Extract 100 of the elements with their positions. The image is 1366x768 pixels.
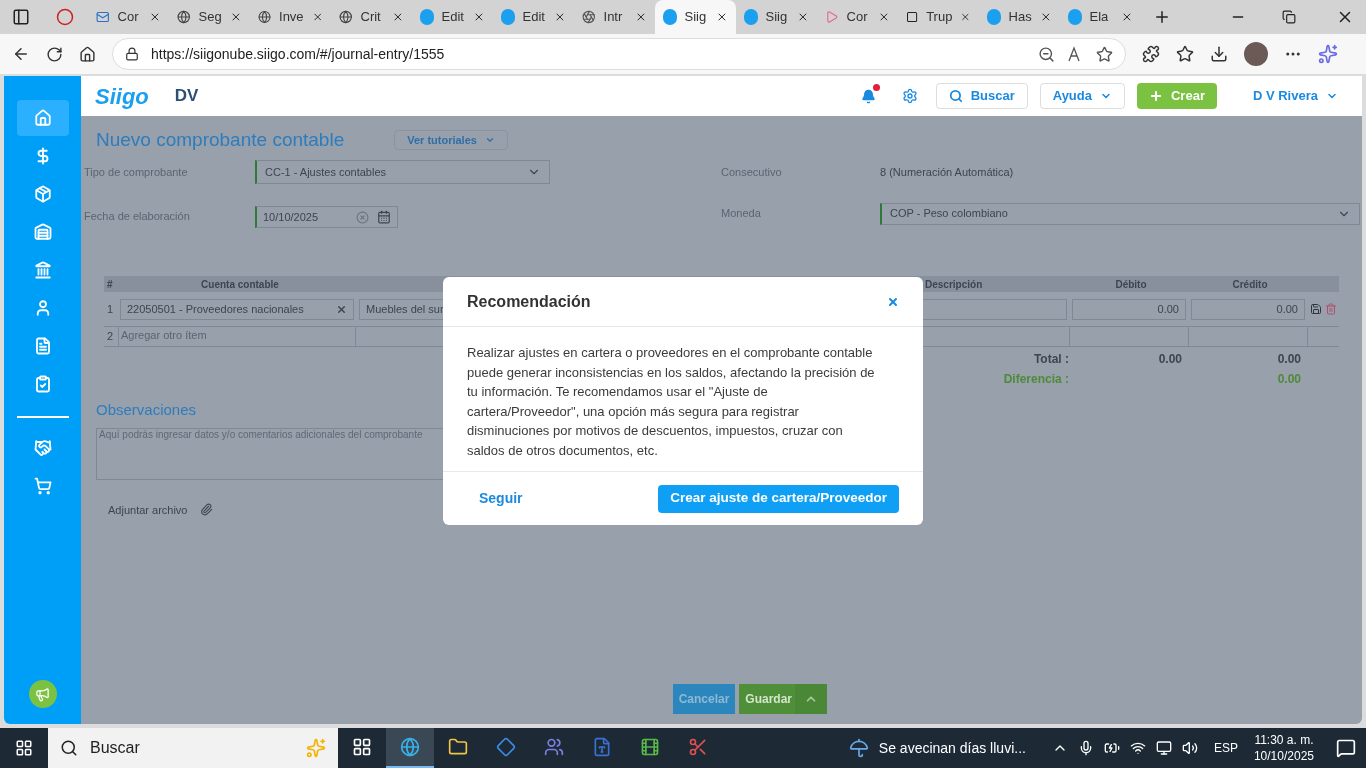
bell-icon	[861, 88, 877, 104]
save-icon[interactable]	[1310, 303, 1322, 315]
reload-icon[interactable]	[46, 45, 63, 63]
tab-title: Has	[1008, 8, 1033, 27]
sidebar-toggle-icon[interactable]	[12, 8, 30, 26]
scissors-icon	[688, 737, 708, 757]
tab-title: Crit	[360, 8, 382, 27]
attach-label: Adjuntar archivo	[108, 502, 188, 518]
aperture-icon	[582, 9, 596, 25]
address-bar[interactable]: https://siigonube.siigo.com/#/journal-entry/1555	[112, 38, 1126, 70]
new-tab-icon[interactable]	[1153, 8, 1171, 26]
play-icon	[825, 9, 839, 25]
field-label: Tipo de comprobante	[84, 165, 189, 180]
home-icon	[33, 109, 52, 127]
help-button[interactable]: Ayuda	[1039, 83, 1125, 109]
continue-link[interactable]: Seguir	[479, 488, 523, 509]
url-text: https://siigonube.siigo.com/#/journal-entry/1555	[151, 44, 445, 64]
lock-icon	[125, 47, 139, 61]
browser-tab[interactable]: Edit	[412, 0, 493, 34]
language-indicator[interactable]: ESP	[1213, 739, 1238, 757]
field-label: Moneda	[721, 205, 762, 221]
calendar-icon[interactable]	[377, 210, 391, 224]
taskbar-search-field[interactable]: Buscar	[48, 728, 338, 768]
document-icon	[33, 337, 52, 355]
windows-icon	[15, 739, 33, 757]
announcements-button[interactable]	[28, 680, 57, 708]
browser-tab[interactable]: Siig	[655, 0, 736, 34]
browser-tab[interactable]: Inve	[250, 0, 331, 34]
package-icon	[33, 185, 52, 203]
paperclip-icon[interactable]	[199, 503, 213, 517]
home-icon[interactable]	[79, 45, 96, 63]
sparkle-icon[interactable]	[1318, 44, 1338, 64]
search-button[interactable]: Buscar	[935, 83, 1028, 109]
browser-tab[interactable]: Crit	[331, 0, 412, 34]
search-icon	[948, 89, 963, 103]
tab-title: Trup	[926, 8, 953, 27]
tab-title: Seg	[198, 8, 223, 27]
battery-icon[interactable]	[1103, 740, 1120, 756]
description-field[interactable]	[922, 298, 1067, 320]
row-number: 2	[106, 329, 115, 345]
monitor-icon[interactable]	[1155, 740, 1172, 756]
globe-icon	[177, 9, 191, 25]
back-icon[interactable]	[12, 45, 30, 63]
volume-icon[interactable]	[1181, 740, 1198, 756]
document-icon	[592, 737, 612, 757]
total-debit: 0.00	[1157, 351, 1182, 368]
tab-title: Cor	[846, 8, 869, 27]
record-icon[interactable]	[56, 8, 74, 26]
row-number: 1	[106, 301, 115, 317]
field-label: Fecha de elaboración	[84, 209, 191, 224]
browser-tab[interactable]: Siig	[736, 0, 817, 34]
caret-icon	[484, 135, 495, 145]
section-title: Observaciones	[96, 400, 197, 420]
favorites-icon[interactable]	[1176, 45, 1194, 63]
clear-icon[interactable]	[336, 303, 347, 315]
clock-time[interactable]: 11:30 a. m.	[1254, 732, 1314, 748]
notifications-button[interactable]	[859, 87, 878, 105]
plus-icon	[1149, 89, 1163, 103]
sequence-value: 8 (Numeración Automática)	[880, 165, 1014, 180]
browser-tab[interactable]: Cor	[88, 0, 169, 34]
company-name: DV	[174, 85, 199, 108]
restore-icon[interactable]	[1282, 10, 1296, 24]
download-icon[interactable]	[1210, 45, 1228, 63]
extensions-icon[interactable]	[1142, 45, 1160, 63]
handshake-icon	[33, 439, 52, 457]
wifi-icon[interactable]	[1129, 740, 1146, 756]
favorite-icon[interactable]	[1096, 45, 1113, 63]
megaphone-icon	[35, 686, 50, 702]
currency-select[interactable]: COP - Peso colombiano	[880, 202, 1360, 225]
globe-icon	[339, 9, 353, 25]
browser-tab[interactable]: Seg	[169, 0, 250, 34]
total-label: Total :	[1032, 351, 1069, 368]
zoom-out-icon[interactable]	[1038, 45, 1055, 63]
user-menu[interactable]: D V Rivera	[1252, 86, 1338, 106]
total-credit: 0.00	[1276, 351, 1301, 368]
tab-title: Inve	[279, 8, 304, 27]
diamond-icon	[496, 737, 516, 757]
voucher-type-select[interactable]: CC-1 - Ajustes contables	[255, 160, 550, 184]
clock-date[interactable]: 10/10/2025	[1253, 748, 1314, 764]
weather-text[interactable]: Se avecinan días lluvi...	[878, 737, 1026, 759]
notifications-icon[interactable]	[1336, 738, 1356, 758]
sidebar-item[interactable]	[16, 100, 69, 136]
browser-tab[interactable]: Edit	[493, 0, 574, 34]
avatar[interactable]	[1244, 42, 1268, 66]
browser-tab[interactable]: Trup	[898, 0, 979, 34]
column-header: #	[106, 277, 114, 292]
settings-icon[interactable]	[901, 88, 918, 104]
account-field[interactable]: 22050501 - Proveedores nacionales	[120, 298, 354, 320]
square-icon	[906, 9, 919, 25]
debit-field[interactable]: 0.00	[1072, 298, 1186, 320]
difference-label: Diferencia :	[1002, 370, 1069, 388]
browser-tab[interactable]: Has	[979, 0, 1060, 34]
browser-tab[interactable]: Cor	[817, 0, 898, 34]
umbrella-icon[interactable]	[848, 738, 869, 758]
search-icon	[60, 739, 78, 757]
tab-title: Ela	[1089, 8, 1110, 27]
browser-tab[interactable]: Ela	[1060, 0, 1141, 34]
browser-tab[interactable]: Intr	[574, 0, 655, 34]
credit-field[interactable]: 0.00	[1191, 298, 1305, 320]
date-field[interactable]: 10/10/2025	[255, 206, 398, 228]
